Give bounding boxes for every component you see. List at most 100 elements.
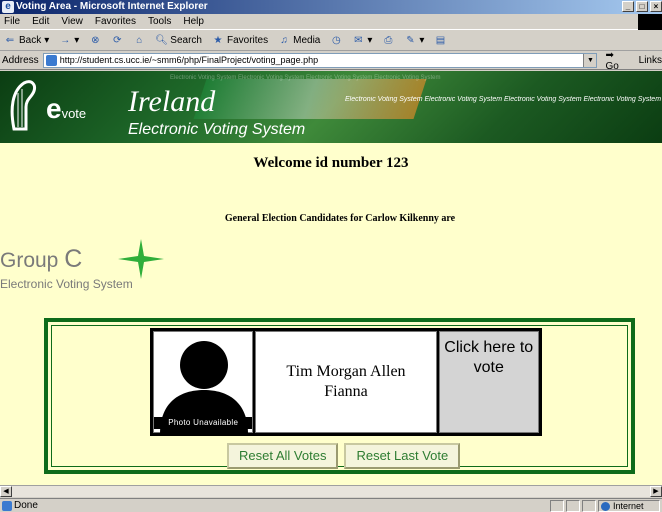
evote-banner: Electronic Voting System Electronic Voti… (0, 71, 662, 143)
media-icon: ♫ (280, 34, 288, 46)
security-zone: Internet (598, 500, 660, 512)
favorites-button[interactable]: ★ Favorites (212, 34, 269, 47)
close-button[interactable]: × (650, 1, 662, 12)
mail-icon: ✉ (354, 34, 363, 46)
status-panes (550, 500, 596, 512)
menu-file[interactable]: File (4, 14, 20, 29)
candidate-name: Tim Morgan Allen (286, 363, 406, 380)
refresh-icon: ⟳ (113, 34, 122, 46)
menu-tools[interactable]: Tools (148, 14, 171, 29)
edit-dropdown-icon[interactable]: ▾ (419, 35, 424, 46)
globe-icon (601, 502, 610, 511)
search-button[interactable]: 🔍︎ Search (155, 35, 202, 47)
go-label: Go (605, 60, 619, 72)
candidate-info: Tim Morgan Allen Fianna (255, 331, 437, 433)
voting-panel-inner: Photo Unavailable Tim Morgan Allen Fiann… (51, 325, 628, 469)
menu-help[interactable]: Help (183, 14, 204, 29)
evote-logo: evote (46, 93, 86, 125)
favorites-icon: ★ (213, 34, 223, 46)
menu-favorites[interactable]: Favorites (95, 14, 136, 29)
minimize-button[interactable]: _ (622, 1, 634, 12)
group-prefix: Group (0, 249, 59, 272)
menu-edit[interactable]: Edit (32, 14, 49, 29)
status-bar: Done Internet (0, 498, 662, 512)
page-content: Electronic Voting System Electronic Voti… (0, 71, 662, 485)
forward-dropdown-icon[interactable]: ▾ (74, 35, 79, 46)
address-input[interactable]: http://student.cs.ucc.ie/~smm6/php/Final… (42, 53, 598, 68)
history-button[interactable]: ◷ (330, 35, 342, 47)
candidate-row: Photo Unavailable Tim Morgan Allen Fiann… (150, 328, 542, 436)
home-icon: ⌂ (136, 34, 143, 46)
welcome-heading: Welcome id number 123 (253, 155, 409, 171)
address-url: http://student.cs.ucc.ie/~smm6/php/Final… (59, 55, 319, 65)
page-done-icon (2, 501, 12, 511)
edit-icon: ✎ (406, 34, 415, 46)
go-arrow-icon: ➡ (605, 49, 614, 61)
refresh-button[interactable]: ⟳ (111, 35, 123, 47)
banner-watermark-text: Electronic Voting System Electronic Voti… (170, 75, 441, 81)
windows-logo-icon (638, 14, 662, 30)
voting-panel: Photo Unavailable Tim Morgan Allen Fiann… (44, 318, 635, 474)
home-button[interactable]: ⌂ (133, 35, 145, 47)
window-controls: _ □ × (622, 1, 662, 12)
search-label: Search (170, 35, 202, 46)
horizontal-scrollbar[interactable]: ◀ ▶ (0, 485, 662, 497)
menu-bar: File Edit View Favorites Tools Help (0, 14, 662, 30)
vote-button[interactable]: Click here to vote (438, 331, 539, 433)
page-icon (45, 55, 57, 66)
compass-star-icon (118, 239, 164, 279)
favorites-label: Favorites (226, 35, 269, 46)
print-icon: ⎙ (384, 34, 393, 46)
search-icon: 🔍︎ (155, 34, 168, 46)
stop-button[interactable]: ⊗ (89, 35, 101, 47)
discuss-icon: ▤ (435, 34, 446, 46)
banner-scroller: Electronic Voting System Electronic Voti… (345, 96, 662, 103)
back-dropdown-icon[interactable]: ▾ (44, 35, 49, 46)
media-button[interactable]: ♫ Media (278, 35, 320, 47)
zone-label: Internet (613, 501, 644, 511)
back-label: Back (19, 35, 42, 46)
group-title: Group C (0, 245, 82, 274)
address-label: Address (2, 55, 39, 66)
status-pane (566, 500, 580, 512)
status-text: Done (14, 500, 38, 511)
status-pane (550, 500, 564, 512)
reset-last-vote-button[interactable]: Reset Last Vote (344, 443, 461, 469)
menu-view[interactable]: View (61, 14, 83, 29)
address-dropdown-icon[interactable]: ▼ (583, 54, 597, 67)
candidates-heading: General Election Candidates for Carlow K… (224, 213, 456, 224)
edit-button[interactable]: ✎ ▾ (404, 35, 424, 47)
links-button[interactable]: Links (639, 55, 662, 66)
discuss-button[interactable]: ▤ (434, 35, 446, 47)
group-subtitle: Electronic Voting System (0, 277, 133, 291)
candidate-party: Fianna (324, 383, 368, 400)
scroll-left-icon[interactable]: ◀ (0, 486, 12, 497)
address-bar: Address http://student.cs.ucc.ie/~smm6/p… (0, 50, 662, 72)
evote-e: e (46, 93, 62, 124)
window-title: Voting Area - Microsoft Internet Explore… (16, 1, 208, 12)
window-titlebar: e Voting Area - Microsoft Internet Explo… (0, 0, 662, 14)
go-button[interactable]: ➡ Go (605, 50, 628, 72)
maximize-button[interactable]: □ (636, 1, 648, 12)
banner-ireland: Ireland (128, 85, 216, 118)
scroll-right-icon[interactable]: ▶ (650, 486, 662, 497)
back-button[interactable]: ⇐ Back ▾ (4, 35, 49, 47)
media-label: Media (293, 35, 321, 46)
harp-logo-icon (10, 80, 36, 131)
mail-button[interactable]: ✉ ▾ (352, 35, 372, 47)
forward-arrow-icon: → (60, 34, 71, 46)
banner-subtitle: Electronic Voting System (128, 121, 306, 138)
print-button[interactable]: ⎙ (382, 35, 394, 47)
reset-buttons: Reset All Votes Reset Last Vote (227, 443, 461, 469)
back-arrow-icon: ⇐ (5, 34, 15, 46)
reset-all-votes-button[interactable]: Reset All Votes (227, 443, 339, 469)
forward-button[interactable]: → ▾ (59, 35, 79, 47)
candidate-photo: Photo Unavailable (153, 331, 254, 434)
status-pane (582, 500, 596, 512)
photo-unavailable-label: Photo Unavailable (154, 417, 253, 429)
group-letter: C (64, 245, 83, 273)
mail-dropdown-icon[interactable]: ▾ (367, 35, 372, 46)
stop-icon: ⊗ (91, 34, 100, 46)
evote-rest: vote (61, 106, 87, 121)
ie-logo-icon: e (2, 1, 14, 13)
